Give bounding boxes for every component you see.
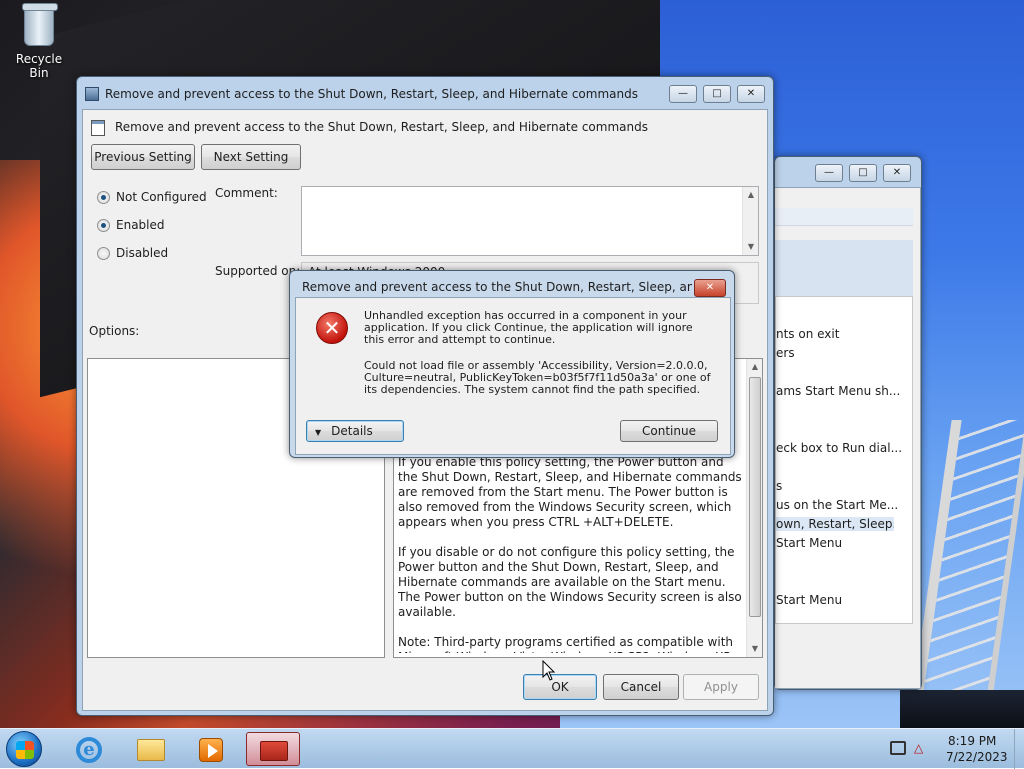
scroll-down-icon[interactable]: ▼ (747, 641, 763, 657)
list-item[interactable]: us on the Start Me... (776, 498, 898, 512)
error-icon: ✕ (316, 312, 348, 344)
radio-label: Not Configured (116, 190, 207, 204)
help-text: If you enable this policy setting, the P… (398, 455, 742, 653)
clock-date[interactable]: 7/22/2023 (946, 750, 1008, 764)
maximize-button[interactable]: □ (849, 164, 877, 182)
radio-button[interactable] (97, 218, 110, 232)
desktop-icon-recycle-bin[interactable]: Recycle Bin (6, 3, 72, 80)
start-button[interactable] (6, 731, 42, 767)
supported-on-label: Supported on: (215, 264, 301, 278)
radio-label: Disabled (116, 246, 169, 260)
close-button[interactable]: ✕ (883, 164, 911, 182)
radio-label: Enabled (116, 218, 165, 232)
taskbar-file-explorer[interactable] (124, 732, 178, 766)
radio-enabled[interactable]: Enabled (97, 216, 165, 234)
ok-button[interactable]: OK (523, 674, 597, 700)
show-desktop-button[interactable] (1014, 729, 1024, 769)
cancel-button[interactable]: Cancel (603, 674, 679, 700)
taskbar: e △ 8:19 PM 7/22/2023 (0, 728, 1024, 769)
setting-name-heading: Remove and prevent access to the Shut Do… (115, 120, 648, 134)
network-icon[interactable] (890, 741, 906, 755)
taskbar-internet-explorer[interactable]: e (62, 732, 116, 766)
toolbox-icon (260, 741, 288, 761)
recycle-bin-icon (22, 3, 58, 46)
background-list-header (775, 240, 913, 296)
folder-icon (137, 739, 165, 761)
volume-muted-icon[interactable]: △ (914, 741, 930, 755)
minimize-button[interactable]: — (815, 164, 843, 182)
background-list: nts on exit ers ams Start Menu sh... eck… (775, 296, 913, 624)
scroll-up-icon[interactable]: ▲ (747, 359, 763, 375)
windows-logo-icon (16, 741, 34, 759)
error-dialog-body: ✕ Unhandled exception has occurred in a … (295, 297, 731, 455)
scroll-thumb[interactable] (749, 377, 761, 617)
window-app-icon (85, 87, 99, 101)
list-item-selected[interactable]: own, Restart, Sleep... (776, 517, 894, 531)
background-window[interactable]: — □ ✕ nts on exit ers ams Start Menu sh.… (774, 156, 922, 690)
next-setting-button[interactable]: Next Setting (201, 144, 301, 170)
taskbar-policy-editor[interactable] (246, 732, 300, 766)
radio-disabled[interactable]: Disabled (97, 244, 168, 262)
chevron-down-icon: ▼ (315, 428, 322, 437)
previous-setting-button[interactable]: Previous Setting (91, 144, 195, 170)
radio-not-configured[interactable]: Not Configured (97, 188, 207, 206)
list-item[interactable]: ers (776, 346, 795, 360)
options-label: Options: (89, 324, 140, 338)
desktop-icon-label: Recycle Bin (15, 52, 63, 80)
continue-button[interactable]: Continue (620, 420, 718, 442)
maximize-button[interactable]: □ (703, 85, 731, 103)
close-button[interactable]: ✕ (737, 85, 765, 103)
window-title: Remove and prevent access to the Shut Do… (105, 87, 638, 101)
clock-time[interactable]: 8:19 PM (948, 734, 996, 748)
close-button[interactable]: ✕ (694, 279, 726, 297)
notification-area: △ 8:19 PM 7/22/2023 (880, 729, 1024, 769)
taskbar-media-player[interactable] (184, 732, 238, 766)
scroll-down-icon[interactable]: ▼ (743, 239, 759, 255)
comment-label: Comment: (215, 186, 278, 200)
details-button[interactable]: ▼ Details (306, 420, 404, 442)
policy-setting-icon (91, 120, 105, 136)
list-item[interactable]: s (776, 479, 782, 493)
error-dialog[interactable]: Remove and prevent access to the Shut Do… (289, 270, 735, 458)
error-dialog-title: Remove and prevent access to the Shut Do… (302, 280, 692, 294)
background-toolbar (775, 208, 913, 226)
scroll-up-icon[interactable]: ▲ (743, 187, 759, 203)
error-message: Unhandled exception has occurred in a co… (364, 309, 693, 346)
list-item[interactable]: ams Start Menu sh... (776, 384, 900, 398)
internet-explorer-icon: e (76, 737, 102, 763)
comment-field[interactable]: ▲ ▼ (301, 186, 759, 256)
list-item[interactable]: Start Menu (776, 593, 842, 607)
wallpaper-tower-base (900, 690, 1024, 728)
help-scrollbar[interactable]: ▲ ▼ (746, 359, 762, 657)
radio-button[interactable] (97, 190, 110, 204)
media-player-icon (199, 738, 223, 762)
comment-scrollbar[interactable]: ▲ ▼ (742, 187, 758, 255)
list-item[interactable]: Start Menu (776, 536, 842, 550)
background-window-client: nts on exit ers ams Start Menu sh... eck… (775, 187, 921, 689)
list-item[interactable]: nts on exit (776, 327, 839, 341)
minimize-button[interactable]: — (669, 85, 697, 103)
mouse-cursor-icon (542, 660, 556, 681)
list-item[interactable]: eck box to Run dial... (776, 441, 902, 455)
details-label: Details (331, 424, 373, 438)
radio-button[interactable] (97, 246, 110, 260)
apply-button[interactable]: Apply (683, 674, 759, 700)
error-detail: Could not load file or assembly 'Accessi… (364, 359, 711, 396)
